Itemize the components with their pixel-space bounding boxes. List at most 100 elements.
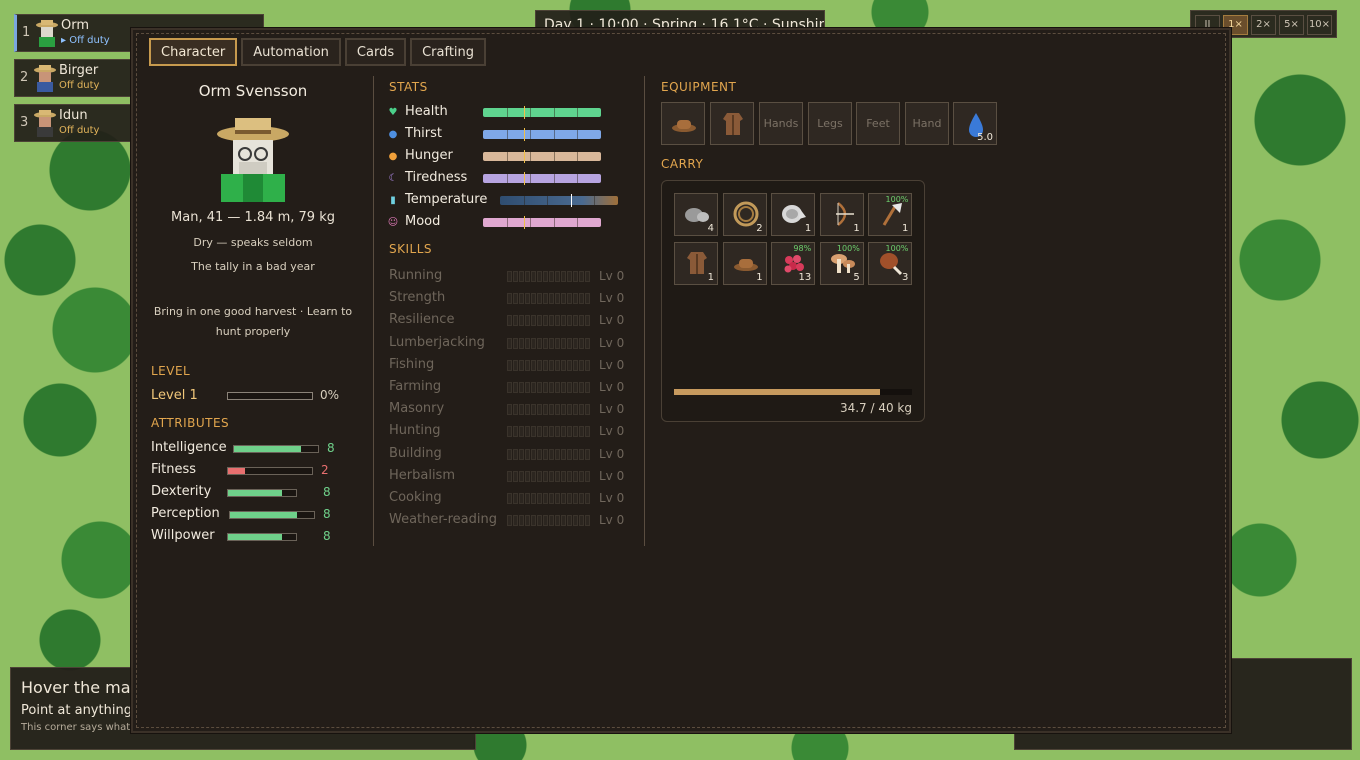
- skill-name: Weather-reading: [389, 512, 497, 528]
- speed-10x-button[interactable]: 10×: [1307, 15, 1332, 35]
- skill-pip: [513, 426, 518, 438]
- colonist-number: 3: [20, 115, 29, 130]
- skill-pip: [585, 448, 590, 460]
- slot-label: Hands: [763, 117, 799, 130]
- carry-slot[interactable]: 4: [674, 193, 718, 236]
- skill-pip: [531, 515, 536, 527]
- carry-slot[interactable]: 1: [722, 242, 767, 285]
- carry-slot[interactable]: 1: [674, 242, 718, 285]
- level-label: Level 1: [151, 388, 198, 403]
- skill-pip: [555, 293, 560, 305]
- skill-pip: [543, 359, 548, 371]
- stat-bar-tick: [577, 174, 579, 183]
- equipment-slot-legs[interactable]: Legs: [808, 102, 852, 145]
- skills-heading: SKILLS: [389, 242, 433, 256]
- carry-slot[interactable]: 100% 5: [819, 242, 864, 285]
- skill-pip: [537, 404, 542, 416]
- stat-bar: [483, 150, 601, 163]
- carry-slot[interactable]: 98% 13: [771, 242, 816, 285]
- skill-progress-pips: [507, 426, 590, 438]
- skill-pip: [585, 293, 590, 305]
- skill-pip: [579, 426, 584, 438]
- speed-2x-button[interactable]: 2×: [1251, 15, 1276, 35]
- skill-pip: [579, 293, 584, 305]
- attribute-bar: [227, 489, 297, 497]
- equipment-slot[interactable]: [710, 102, 754, 145]
- equipment-slot-hands[interactable]: Hands: [759, 102, 803, 145]
- attribute-name: Perception: [151, 506, 220, 521]
- skill-pip: [507, 448, 512, 460]
- item-quantity: 1: [756, 272, 763, 283]
- skill-name: Strength: [389, 290, 446, 306]
- skill-pip: [555, 470, 560, 482]
- skill-pip: [585, 426, 590, 438]
- carry-slot[interactable]: 1: [771, 193, 816, 236]
- skill-pip: [555, 337, 560, 349]
- carry-slot[interactable]: 100% 3: [868, 242, 913, 285]
- skill-pip: [525, 382, 530, 393]
- skill-progress-pips: [507, 382, 590, 393]
- skill-pip: [507, 515, 512, 527]
- character-trait-2: The tally in a bad year: [191, 260, 315, 273]
- skill-pip: [513, 271, 518, 282]
- skill-pip: [525, 493, 530, 504]
- carry-slot[interactable]: 2: [722, 193, 767, 236]
- skill-pip: [573, 515, 578, 527]
- stat-bar-tick: [506, 174, 508, 183]
- skill-pip: [507, 382, 512, 393]
- equipment-slot[interactable]: 5.0: [953, 102, 997, 145]
- skill-name: Masonry: [389, 401, 445, 417]
- skill-pip: [531, 493, 536, 504]
- character-portrait: [217, 118, 289, 202]
- speed-5x-button[interactable]: 5×: [1279, 15, 1304, 35]
- stat-bar-marker: [524, 172, 526, 185]
- skill-pip: [531, 470, 536, 482]
- attribute-value: 8: [323, 529, 331, 543]
- equipment-slot-hand[interactable]: Hand: [905, 102, 949, 145]
- skill-name: Cooking: [389, 490, 442, 505]
- skill-pip: [561, 404, 566, 416]
- attributes-heading: ATTRIBUTES: [151, 416, 230, 430]
- skill-progress-pips: [507, 404, 590, 416]
- skill-pip: [549, 470, 554, 482]
- food-icon: ●: [388, 151, 398, 162]
- attribute-bar: [227, 533, 297, 541]
- skill-name: Herbalism: [389, 467, 455, 483]
- attribute-bar: [227, 467, 313, 475]
- skill-pip: [579, 404, 584, 416]
- stat-bar-tick: [523, 196, 525, 205]
- skill-pip: [549, 337, 554, 349]
- colonist-number: 1: [22, 25, 31, 40]
- skill-pip: [519, 426, 524, 438]
- tab-crafting[interactable]: Crafting: [410, 38, 487, 66]
- skill-pip: [525, 404, 530, 416]
- skill-progress-pips: [507, 515, 590, 527]
- stat-bar: [483, 106, 601, 119]
- skill-pip: [573, 382, 578, 393]
- character-name: Orm Svensson: [198, 82, 308, 100]
- skill-pip: [567, 293, 572, 305]
- equipment-slot-feet[interactable]: Feet: [856, 102, 900, 145]
- rope-icon: [733, 201, 759, 227]
- skill-pip: [573, 448, 578, 460]
- equipment-slot[interactable]: [661, 102, 705, 145]
- skill-pip: [513, 493, 518, 504]
- attribute-bar-fill: [228, 468, 245, 474]
- carry-slot[interactable]: 100% 1: [868, 193, 913, 236]
- slot-label: Hand: [912, 117, 942, 130]
- attribute-bar: [233, 445, 319, 453]
- skill-pip: [513, 382, 518, 393]
- mushrooms-icon: [830, 250, 856, 276]
- skill-pip: [585, 271, 590, 282]
- carry-slot[interactable]: 1: [819, 193, 864, 236]
- stat-bar-tick: [553, 218, 555, 227]
- skill-pip: [573, 271, 578, 282]
- stat-bar-marker: [524, 106, 526, 119]
- skill-pip: [573, 293, 578, 305]
- skill-pip: [543, 470, 548, 482]
- skill-pip: [573, 315, 578, 327]
- stat-bar-tick: [553, 108, 555, 117]
- carry-weight-bar: [674, 389, 912, 395]
- skill-pip: [525, 271, 530, 282]
- skill-pip: [579, 337, 584, 349]
